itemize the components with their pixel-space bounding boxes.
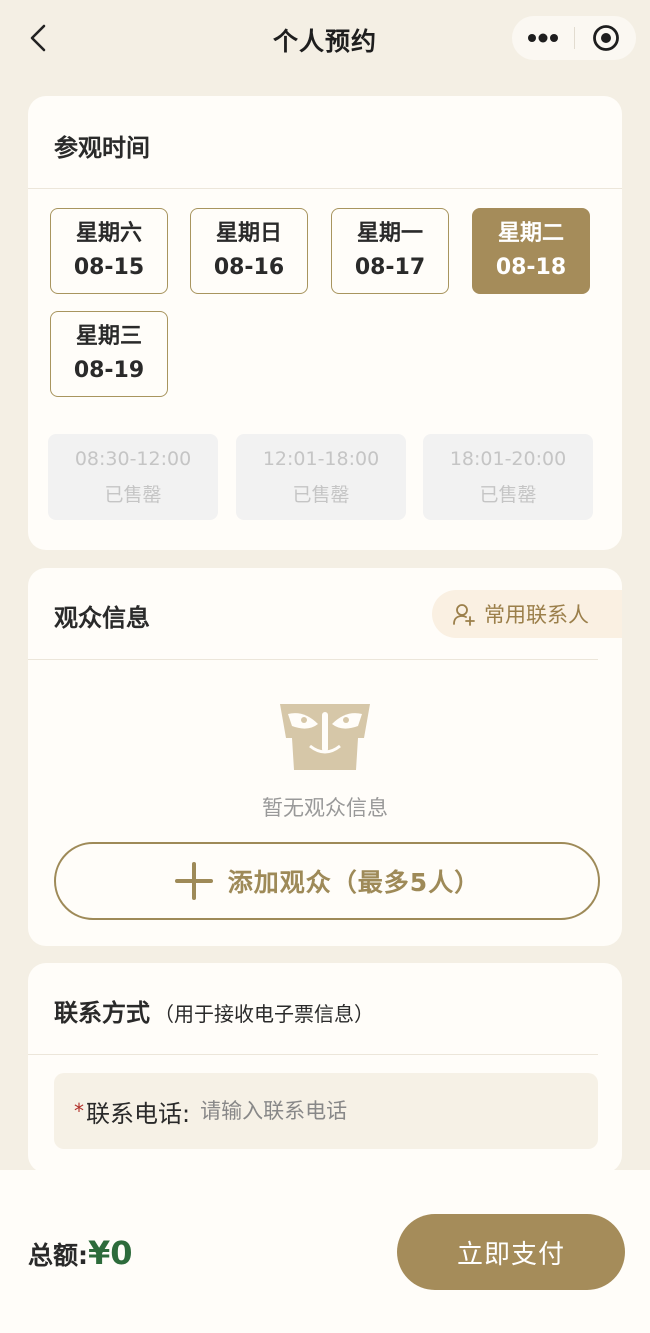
phone-label: 联系电话:	[86, 1099, 191, 1128]
phone-field-row: * 联系电话:	[54, 1073, 598, 1149]
date-value: 08-16	[213, 255, 285, 280]
time-slot-time: 08:30-12:00	[74, 448, 192, 470]
visit-time-card: 参观时间 星期六 08-15 星期日 08-16 星期一 08-17 星期二 0…	[28, 96, 622, 550]
date-value: 08-19	[73, 358, 145, 383]
bottom-bar: 总额: ¥0 立即支付	[0, 1170, 650, 1333]
divider	[28, 188, 622, 189]
date-value: 08-15	[73, 255, 145, 280]
date-weekday: 星期二	[497, 221, 564, 246]
divider	[28, 1054, 598, 1055]
pay-now-button[interactable]: 立即支付	[397, 1214, 625, 1290]
date-option[interactable]: 星期日 08-16	[190, 208, 308, 294]
total-amount: 总额: ¥0	[28, 1234, 133, 1272]
date-weekday: 星期六	[75, 221, 142, 246]
bronze-mask-icon	[280, 704, 370, 770]
navigation-bar: 个人预约	[0, 0, 650, 78]
empty-audience-text: 暂无观众信息	[262, 796, 388, 820]
more-button[interactable]	[512, 16, 574, 60]
contact-heading: 联系方式 （用于接收电子票信息）	[54, 993, 374, 1028]
time-slot-time: 18:01-20:00	[449, 448, 567, 470]
frequent-contacts-button[interactable]: 常用联系人	[432, 590, 622, 638]
plus-icon	[174, 862, 213, 900]
date-weekday: 星期日	[215, 221, 282, 246]
add-audience-label: 添加观众（最多5人）	[227, 868, 481, 897]
date-option[interactable]: 星期一 08-17	[331, 208, 449, 294]
date-value: 08-17	[354, 255, 426, 280]
date-weekday: 星期一	[356, 221, 423, 246]
time-slot-soldout: 18:01-20:00 已售罄	[423, 434, 593, 520]
contact-card: 联系方式 （用于接收电子票信息） * 联系电话:	[28, 963, 622, 1173]
time-slot-time: 12:01-18:00	[262, 448, 380, 470]
time-slot-status: 已售罄	[292, 484, 350, 506]
add-audience-button[interactable]: 添加观众（最多5人）	[54, 842, 600, 920]
required-mark: *	[74, 1099, 84, 1123]
date-option[interactable]: 星期六 08-15	[50, 208, 168, 294]
audience-title: 观众信息	[54, 604, 150, 632]
mini-program-capsule	[512, 16, 636, 60]
date-option-selected[interactable]: 星期二 08-18	[472, 208, 590, 294]
add-user-icon	[453, 604, 475, 626]
time-slot-soldout: 08:30-12:00 已售罄	[48, 434, 218, 520]
target-close-icon	[592, 25, 619, 51]
time-slot-status: 已售罄	[479, 484, 537, 506]
divider	[28, 659, 598, 660]
date-option[interactable]: 星期三 08-19	[50, 311, 168, 397]
time-slot-soldout: 12:01-18:00 已售罄	[236, 434, 406, 520]
date-value: 08-18	[495, 255, 567, 280]
contact-subtitle: （用于接收电子票信息）	[154, 1002, 374, 1026]
total-value: ¥0	[88, 1234, 133, 1272]
phone-input[interactable]	[200, 1099, 521, 1123]
audience-card: 观众信息 常用联系人 暂无观众信息 添加观众（最多5人）	[28, 568, 622, 946]
time-slot-status: 已售罄	[104, 484, 162, 506]
frequent-contacts-label: 常用联系人	[484, 603, 589, 627]
visit-time-title: 参观时间	[54, 134, 150, 162]
more-dots-icon	[528, 33, 558, 43]
close-button[interactable]	[575, 16, 636, 60]
contact-title: 联系方式	[54, 999, 150, 1027]
date-weekday: 星期三	[75, 324, 142, 349]
total-label: 总额:	[28, 1241, 88, 1270]
